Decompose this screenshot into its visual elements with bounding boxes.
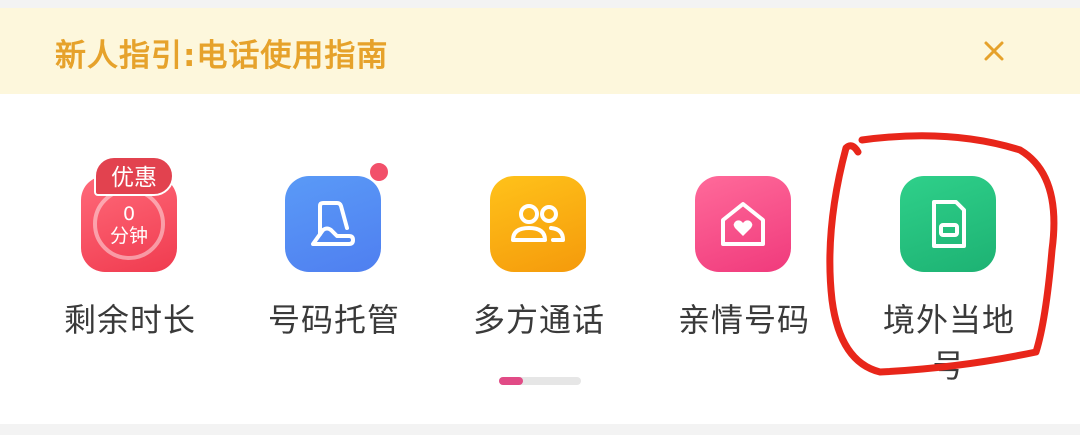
service-label: 剩余时长 <box>63 301 196 339</box>
guide-banner[interactable]: 新人指引:电话使用指南 <box>0 8 1080 94</box>
service-number-hosting[interactable]: 号码托管 <box>254 161 414 346</box>
service-label: 境外当地号 <box>882 301 1015 385</box>
service-family-number[interactable]: 亲情号码 <box>664 176 824 346</box>
service-label: 号码托管 <box>267 301 400 339</box>
multi-party-call-tile <box>490 176 586 272</box>
service-grid: 0 分钟 优惠 剩余时长 号码托管 多方通话 亲情号码 境外当地号 <box>0 94 1080 394</box>
group-people-icon <box>511 204 565 242</box>
page-indicator-active <box>499 377 523 385</box>
family-number-tile <box>695 176 791 272</box>
notification-dot <box>368 161 390 183</box>
top-divider <box>0 0 1080 8</box>
overseas-local-number-tile <box>900 176 996 272</box>
page-indicator <box>499 377 581 385</box>
remaining-minutes-value: 0 <box>122 203 136 225</box>
sim-card-icon <box>932 200 966 248</box>
number-hosting-tile <box>285 176 381 272</box>
close-icon <box>984 41 1004 61</box>
promo-badge: 优惠 <box>94 156 174 196</box>
service-multi-party-call[interactable]: 多方通话 <box>459 176 619 346</box>
bottom-divider <box>0 424 1080 435</box>
service-label: 多方通话 <box>472 301 605 339</box>
service-remaining-time[interactable]: 0 分钟 优惠 剩余时长 <box>50 156 210 346</box>
guide-banner-title[interactable]: 新人指引:电话使用指南 <box>55 30 388 75</box>
hand-card-icon <box>311 201 355 246</box>
service-label: 亲情号码 <box>677 301 810 339</box>
heart-house-icon <box>721 202 765 246</box>
close-banner-button[interactable] <box>975 32 1013 70</box>
remaining-minutes-unit: 分钟 <box>109 225 148 247</box>
service-overseas-local-number[interactable]: 境外当地号 <box>869 176 1029 385</box>
